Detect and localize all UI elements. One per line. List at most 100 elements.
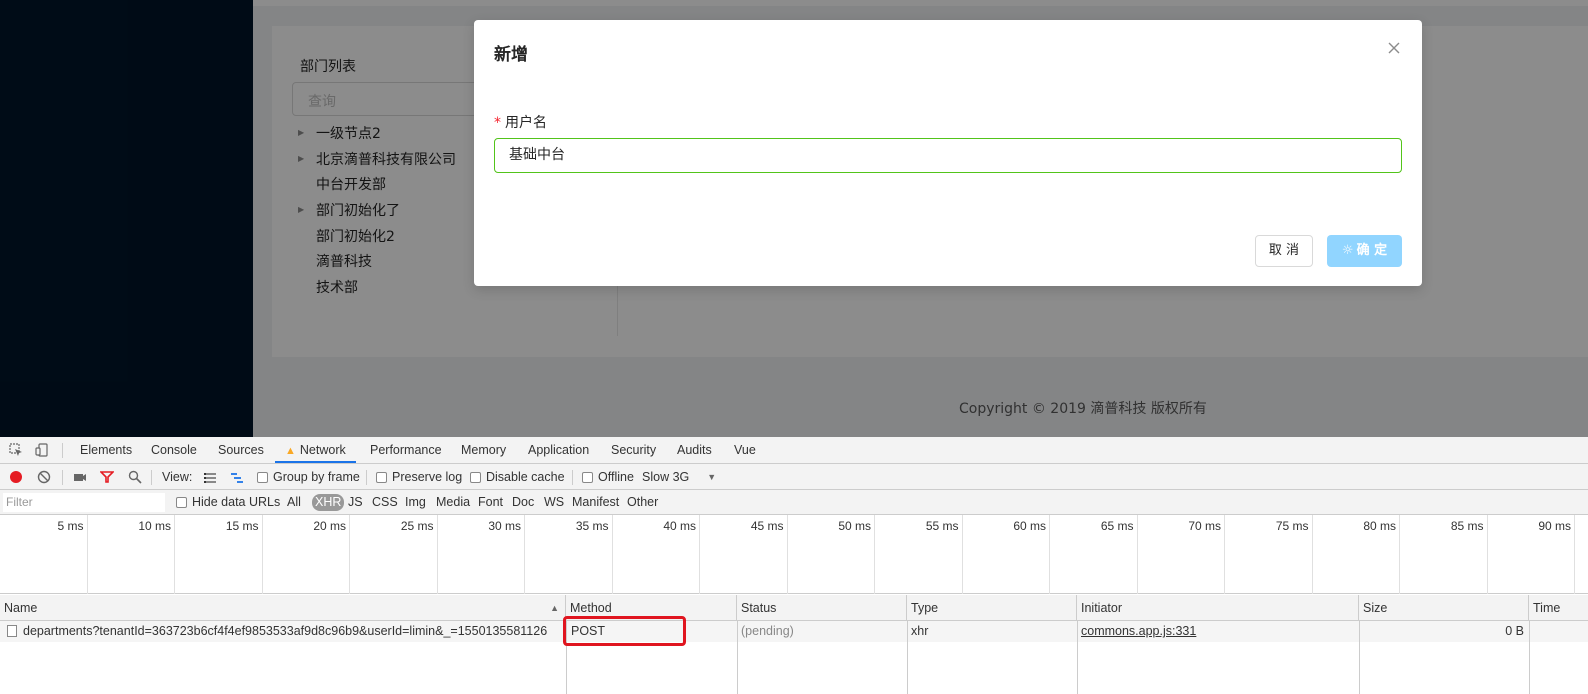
device-toolbar-icon[interactable]: [35, 443, 49, 457]
filter-type-media[interactable]: Media: [436, 490, 470, 515]
request-type-cell: xhr: [911, 624, 929, 638]
timeline-tick-label: 20 ms: [313, 519, 346, 533]
filter-type-img[interactable]: Img: [405, 490, 426, 515]
devtools-tabbar: Elements Console Sources ▲ Network Perfor…: [0, 437, 1588, 464]
tab-security[interactable]: Security: [611, 437, 656, 463]
tab-memory[interactable]: Memory: [461, 437, 506, 463]
modal-title: 新增: [494, 45, 528, 65]
request-name-cell[interactable]: departments?tenantId=363723b6cf4f4ef9853…: [3, 621, 563, 642]
waterfall-overview-icon[interactable]: [230, 471, 244, 485]
timeline-tick: 30 ms: [438, 515, 525, 594]
request-status-cell: (pending): [741, 624, 794, 638]
timeline-tick: 80 ms: [1313, 515, 1400, 594]
tab-elements[interactable]: Elements: [80, 437, 132, 463]
tab-performance[interactable]: Performance: [370, 437, 442, 463]
timeline-tick: 10 ms: [88, 515, 175, 594]
timeline-tick-label: 5 ms: [57, 519, 84, 533]
timeline-tick-label: 90 ms: [1538, 519, 1571, 533]
timeline-tick: 60 ms: [963, 515, 1050, 594]
group-by-frame-checkbox[interactable]: Group by frame: [257, 464, 360, 490]
network-overview-timeline[interactable]: 5 ms 10 ms 15 ms 20 ms 25 ms 30 ms 35 ms 40 ms 4…: [0, 515, 1588, 594]
hide-data-urls-checkbox[interactable]: Hide data URLs: [176, 490, 280, 515]
throttle-select[interactable]: Slow 3G ▼: [642, 464, 716, 490]
timeline-tick-label: 40 ms: [663, 519, 696, 533]
column-size[interactable]: Size: [1359, 595, 1529, 621]
timeline-tick-label: 80 ms: [1363, 519, 1396, 533]
filter-type-ws[interactable]: WS: [544, 490, 564, 515]
timeline-tick-label: 30 ms: [488, 519, 521, 533]
timeline-tick: 25 ms: [350, 515, 438, 594]
large-rows-icon[interactable]: [203, 471, 217, 485]
filter-type-doc[interactable]: Doc: [512, 490, 534, 515]
username-input[interactable]: 基础中台: [494, 138, 1402, 173]
column-name[interactable]: Name ▲: [0, 595, 566, 621]
disable-cache-checkbox[interactable]: Disable cache: [470, 464, 565, 490]
timeline-tick: 20 ms: [263, 515, 350, 594]
filter-type-font[interactable]: Font: [478, 490, 503, 515]
devtools-panel: Elements Console Sources ▲ Network Perfor…: [0, 437, 1588, 694]
filter-type-js[interactable]: JS: [348, 490, 363, 515]
timeline-tick-label: 10 ms: [138, 519, 171, 533]
timeline-tick: 55 ms: [875, 515, 963, 594]
inspect-element-icon[interactable]: [9, 443, 23, 457]
confirm-button[interactable]: ☼ 确 定: [1327, 235, 1402, 267]
column-status[interactable]: Status: [737, 595, 907, 621]
filter-icon[interactable]: [100, 470, 114, 484]
filter-type-all[interactable]: All: [287, 490, 301, 515]
loading-icon: ☼: [1341, 243, 1354, 258]
filter-type-css[interactable]: CSS: [372, 490, 398, 515]
timeline-tick-label: 85 ms: [1450, 519, 1484, 533]
tab-network[interactable]: ▲ Network: [275, 437, 356, 463]
cancel-button[interactable]: 取 消: [1255, 235, 1313, 267]
chevron-down-icon: ▼: [707, 472, 717, 482]
request-size-cell: 0 B: [1505, 624, 1524, 638]
request-time-cell: [1529, 621, 1533, 642]
timeline-tick-label: 45 ms: [750, 519, 784, 533]
timeline-tick: 15 ms: [175, 515, 263, 594]
column-time[interactable]: Time: [1529, 595, 1588, 621]
tab-console[interactable]: Console: [151, 437, 197, 463]
warning-icon: ▲: [285, 445, 296, 457]
search-icon[interactable]: [128, 470, 142, 484]
highlight-annotation-box: [563, 616, 686, 646]
timeline-tick-label: 75 ms: [1275, 519, 1309, 533]
offline-checkbox[interactable]: Offline: [582, 464, 634, 490]
filter-bar: Filter Hide data URLs All XHR JS CSS Img…: [0, 490, 1588, 515]
timeline-tick: 45 ms: [700, 515, 788, 594]
tab-sources[interactable]: Sources: [218, 437, 264, 463]
timeline-tick: 50 ms: [788, 515, 875, 594]
timeline-tick: 85 ms: [1400, 515, 1488, 594]
requests-table: Name ▲ Method Status Type Initiator Size …: [0, 595, 1588, 694]
username-label: * 用户名: [494, 115, 547, 131]
record-icon[interactable]: [9, 470, 23, 484]
timeline-tick-label: 50 ms: [838, 519, 871, 533]
filter-input[interactable]: Filter: [3, 493, 165, 512]
tab-audits[interactable]: Audits: [677, 437, 712, 463]
preserve-log-checkbox[interactable]: Preserve log: [376, 464, 462, 490]
timeline-tick: 75 ms: [1225, 515, 1313, 594]
network-toolbar: View: Group by frame Preserve log Disabl…: [0, 464, 1588, 490]
filter-type-manifest[interactable]: Manifest: [572, 490, 619, 515]
request-initiator-link[interactable]: commons.app.js:331: [1077, 621, 1196, 642]
timeline-tick: 65 ms: [1050, 515, 1138, 594]
document-icon: [7, 625, 17, 637]
sort-ascending-icon: ▲: [550, 603, 559, 613]
table-header: Name ▲ Method Status Type Initiator Size …: [0, 595, 1588, 621]
timeline-tick-label: 15 ms: [225, 519, 259, 533]
app-area: 部门列表 查询 ▶ 一级节点2 ▶ 北京滴普科技有限公司 中台开发部 ▶ 部门初始化了…: [0, 0, 1588, 437]
timeline-tick: 35 ms: [525, 515, 613, 594]
timeline-tick-label: 60 ms: [1013, 519, 1046, 533]
tab-application[interactable]: Application: [528, 437, 589, 463]
filter-type-other[interactable]: Other: [627, 490, 658, 515]
add-modal: 新增 * 用户名 基础中台 取 消 ☼ 确 定: [474, 20, 1422, 286]
filter-type-xhr[interactable]: XHR: [312, 494, 345, 511]
clear-icon[interactable]: [37, 470, 51, 484]
timeline-tick-label: 35 ms: [575, 519, 609, 533]
timeline-tick-label: 65 ms: [1100, 519, 1134, 533]
capture-screenshots-icon[interactable]: [73, 470, 87, 484]
column-type[interactable]: Type: [907, 595, 1077, 621]
tab-vue[interactable]: Vue: [734, 437, 756, 463]
close-icon[interactable]: [1386, 40, 1402, 56]
column-initiator[interactable]: Initiator: [1077, 595, 1359, 621]
timeline-tick-label: 55 ms: [925, 519, 959, 533]
